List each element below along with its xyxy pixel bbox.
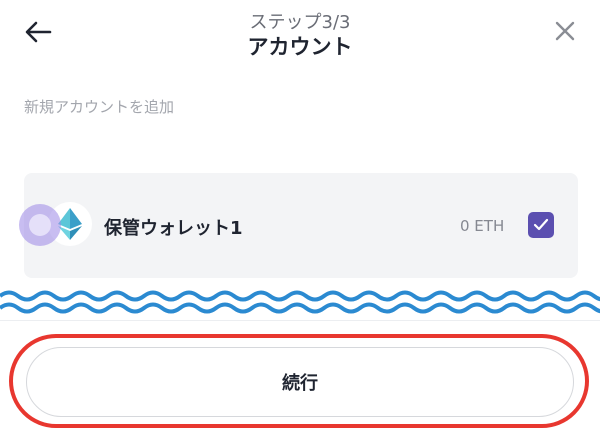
- wallet-balance: 0 ETH: [460, 217, 505, 235]
- add-account-link[interactable]: 新規アカウントを追加: [24, 96, 174, 117]
- touch-indicator-center: [29, 214, 51, 236]
- continue-button[interactable]: 続行: [26, 347, 574, 417]
- footer-divider: [0, 320, 600, 321]
- page-title: アカウント: [247, 35, 353, 59]
- header: ステップ3/3 アカウント: [0, 0, 600, 70]
- wallet-name: 保管ウォレット1: [104, 218, 243, 239]
- wallet-select-checkbox[interactable]: [528, 212, 554, 238]
- close-icon: [555, 21, 575, 41]
- wavy-divider: [0, 290, 600, 314]
- touch-indicator: [19, 204, 61, 246]
- checkmark-icon: [533, 218, 549, 231]
- close-button[interactable]: [548, 14, 582, 48]
